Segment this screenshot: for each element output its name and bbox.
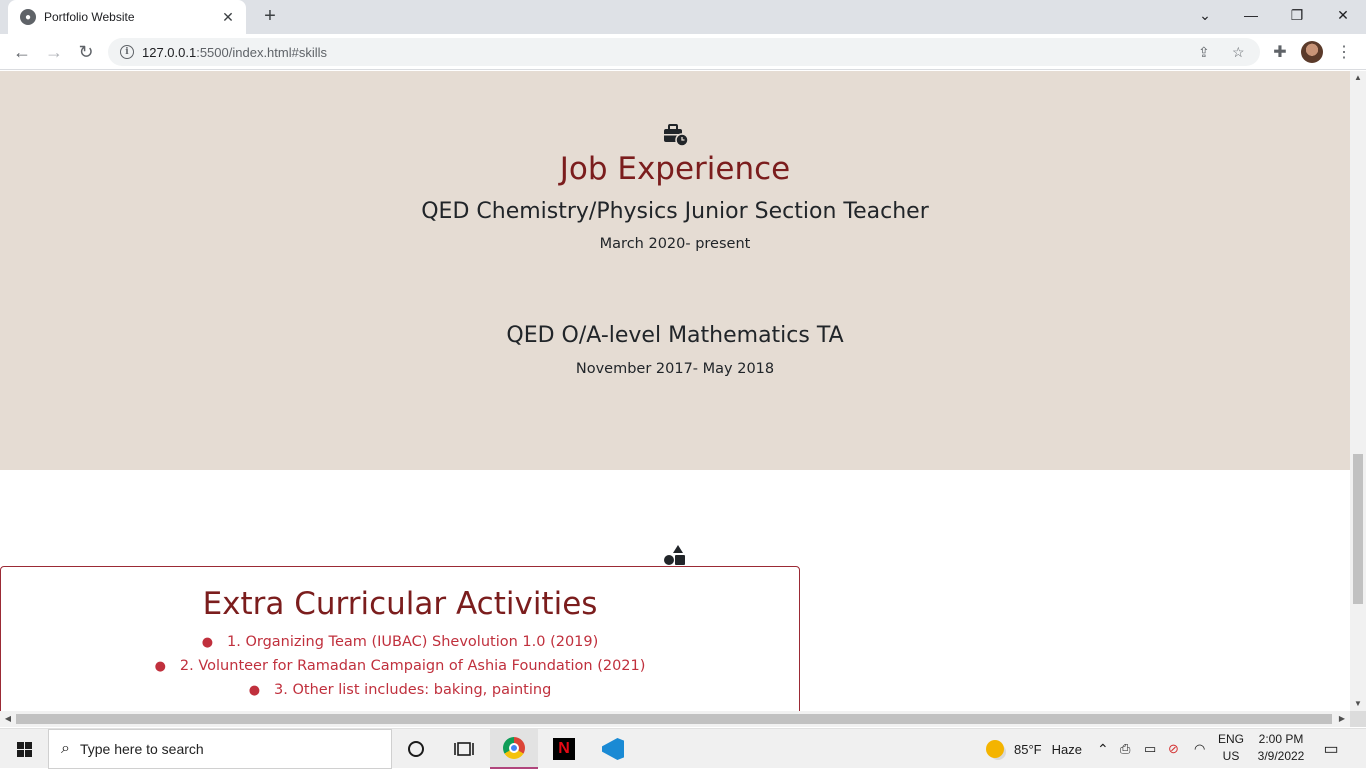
url-text: 127.0.0.1:5500/index.html#skills	[142, 44, 328, 60]
new-tab-button[interactable]: +	[258, 5, 282, 29]
meet-now-icon[interactable]: ⎙	[1120, 729, 1130, 769]
list-item: ● 2. Volunteer for Ramadan Campaign of As…	[154, 658, 646, 674]
extra-curricular-card: Extra Curricular Activities ● 1. Organizi…	[0, 566, 800, 711]
scrollbar-corner	[1350, 711, 1366, 727]
extra-curricular-heading: Extra Curricular Activities	[202, 586, 598, 622]
scroll-left-arrow[interactable]: ◀	[0, 711, 16, 727]
tab-portfolio[interactable]: ● Portfolio Website ✕	[8, 0, 246, 34]
forward-button[interactable]: →	[40, 38, 68, 66]
chrome-icon	[503, 737, 525, 759]
activities-list: ● 1. Organizing Team (IUBAC) Shevolution …	[1, 633, 799, 705]
vscode-taskbar-button[interactable]	[589, 729, 637, 769]
weather-widget[interactable]: 85°F Haze	[986, 729, 1082, 769]
vertical-scrollbar[interactable]: ▲ ▼	[1350, 71, 1366, 711]
briefcase-clock-icon	[0, 123, 1350, 152]
job-dates-2: November 2017- May 2018	[575, 361, 775, 377]
job-experience-heading: Job Experience	[559, 151, 791, 187]
battery-icon[interactable]: ▭	[1144, 729, 1156, 769]
job-dates-1: March 2020- present	[599, 236, 751, 252]
reload-button[interactable]: ↻	[72, 38, 100, 66]
list-item: ● 1. Organizing Team (IUBAC) Shevolution …	[201, 634, 599, 650]
tab-strip: ● Portfolio Website ✕ + ⌄ — ❐ ✕	[0, 0, 1366, 34]
scroll-up-arrow[interactable]: ▲	[1350, 71, 1366, 85]
clock-time: 2:00 PM	[1258, 732, 1304, 746]
close-window-button[interactable]: ✕	[1320, 0, 1366, 30]
browser-toolbar: ← → ↻ i 127.0.0.1:5500/index.html#skills…	[0, 34, 1366, 70]
horizontal-scrollbar[interactable]: ◀ ▶	[0, 711, 1350, 727]
job-role-1: QED Chemistry/Physics Junior Section Tea…	[421, 199, 929, 224]
wifi-icon[interactable]: ◠	[1194, 729, 1205, 769]
address-bar[interactable]: i 127.0.0.1:5500/index.html#skills ⇪ ☆	[108, 38, 1260, 66]
tab-title: Portfolio Website	[44, 10, 135, 24]
weather-haze-icon	[986, 740, 1004, 758]
back-button[interactable]: ←	[8, 38, 36, 66]
language-indicator[interactable]: ENG US	[1214, 731, 1248, 765]
show-hidden-icons[interactable]: ⌃	[1097, 729, 1109, 769]
notification-icon[interactable]: ▭	[1320, 739, 1342, 759]
job-experience-section: Job Experience QED Chemistry/Physics Jun…	[0, 71, 1350, 470]
share-icon[interactable]: ⇪	[1198, 38, 1210, 66]
kebab-menu-icon[interactable]: ⋮	[1330, 38, 1358, 66]
tab-search-icon[interactable]: ⌄	[1182, 0, 1228, 30]
netflix-taskbar-button[interactable]: N	[540, 729, 588, 769]
list-item: ● 3. Other list includes: baking, paintin…	[248, 682, 552, 698]
start-button[interactable]	[0, 729, 48, 769]
profile-avatar[interactable]	[1298, 38, 1326, 66]
chrome-taskbar-button[interactable]	[490, 729, 538, 769]
minimize-button[interactable]: —	[1228, 0, 1274, 30]
windows-logo-icon	[16, 741, 32, 757]
search-icon: ⌕	[61, 740, 70, 757]
cortana-button[interactable]	[392, 729, 440, 769]
restore-button[interactable]: ❐	[1274, 0, 1320, 30]
scroll-down-arrow[interactable]: ▼	[1350, 697, 1366, 711]
clock-date: 3/9/2022	[1257, 749, 1305, 763]
page-viewport: Job Experience QED Chemistry/Physics Jun…	[0, 71, 1350, 711]
close-tab-icon[interactable]: ✕	[220, 9, 236, 26]
vscode-icon	[602, 738, 624, 760]
extensions-icon[interactable]: ✚	[1266, 38, 1294, 66]
taskbar-search[interactable]: ⌕ Type here to search	[48, 729, 392, 769]
scroll-right-arrow[interactable]: ▶	[1334, 711, 1350, 727]
horizontal-scroll-thumb[interactable]	[16, 714, 1332, 724]
netflix-icon: N	[553, 738, 575, 760]
job-role-2: QED O/A-level Mathematics TA	[506, 323, 844, 348]
weather-desc: Haze	[1051, 741, 1082, 757]
weather-temp: 85°F	[1014, 741, 1042, 757]
system-clock[interactable]: 2:00 PM 3/9/2022	[1250, 731, 1312, 765]
task-view-button[interactable]	[440, 729, 488, 769]
globe-icon: ●	[20, 9, 36, 25]
vertical-scroll-thumb[interactable]	[1353, 454, 1363, 604]
star-icon[interactable]: ☆	[1232, 38, 1245, 66]
network-error-icon[interactable]: ⊘	[1168, 729, 1179, 769]
info-icon[interactable]: i	[120, 45, 134, 59]
search-placeholder: Type here to search	[79, 741, 204, 757]
windows-taskbar: ⌕ Type here to search N 85°F Haze ⌃ ⎙ ▭ …	[0, 728, 1366, 769]
